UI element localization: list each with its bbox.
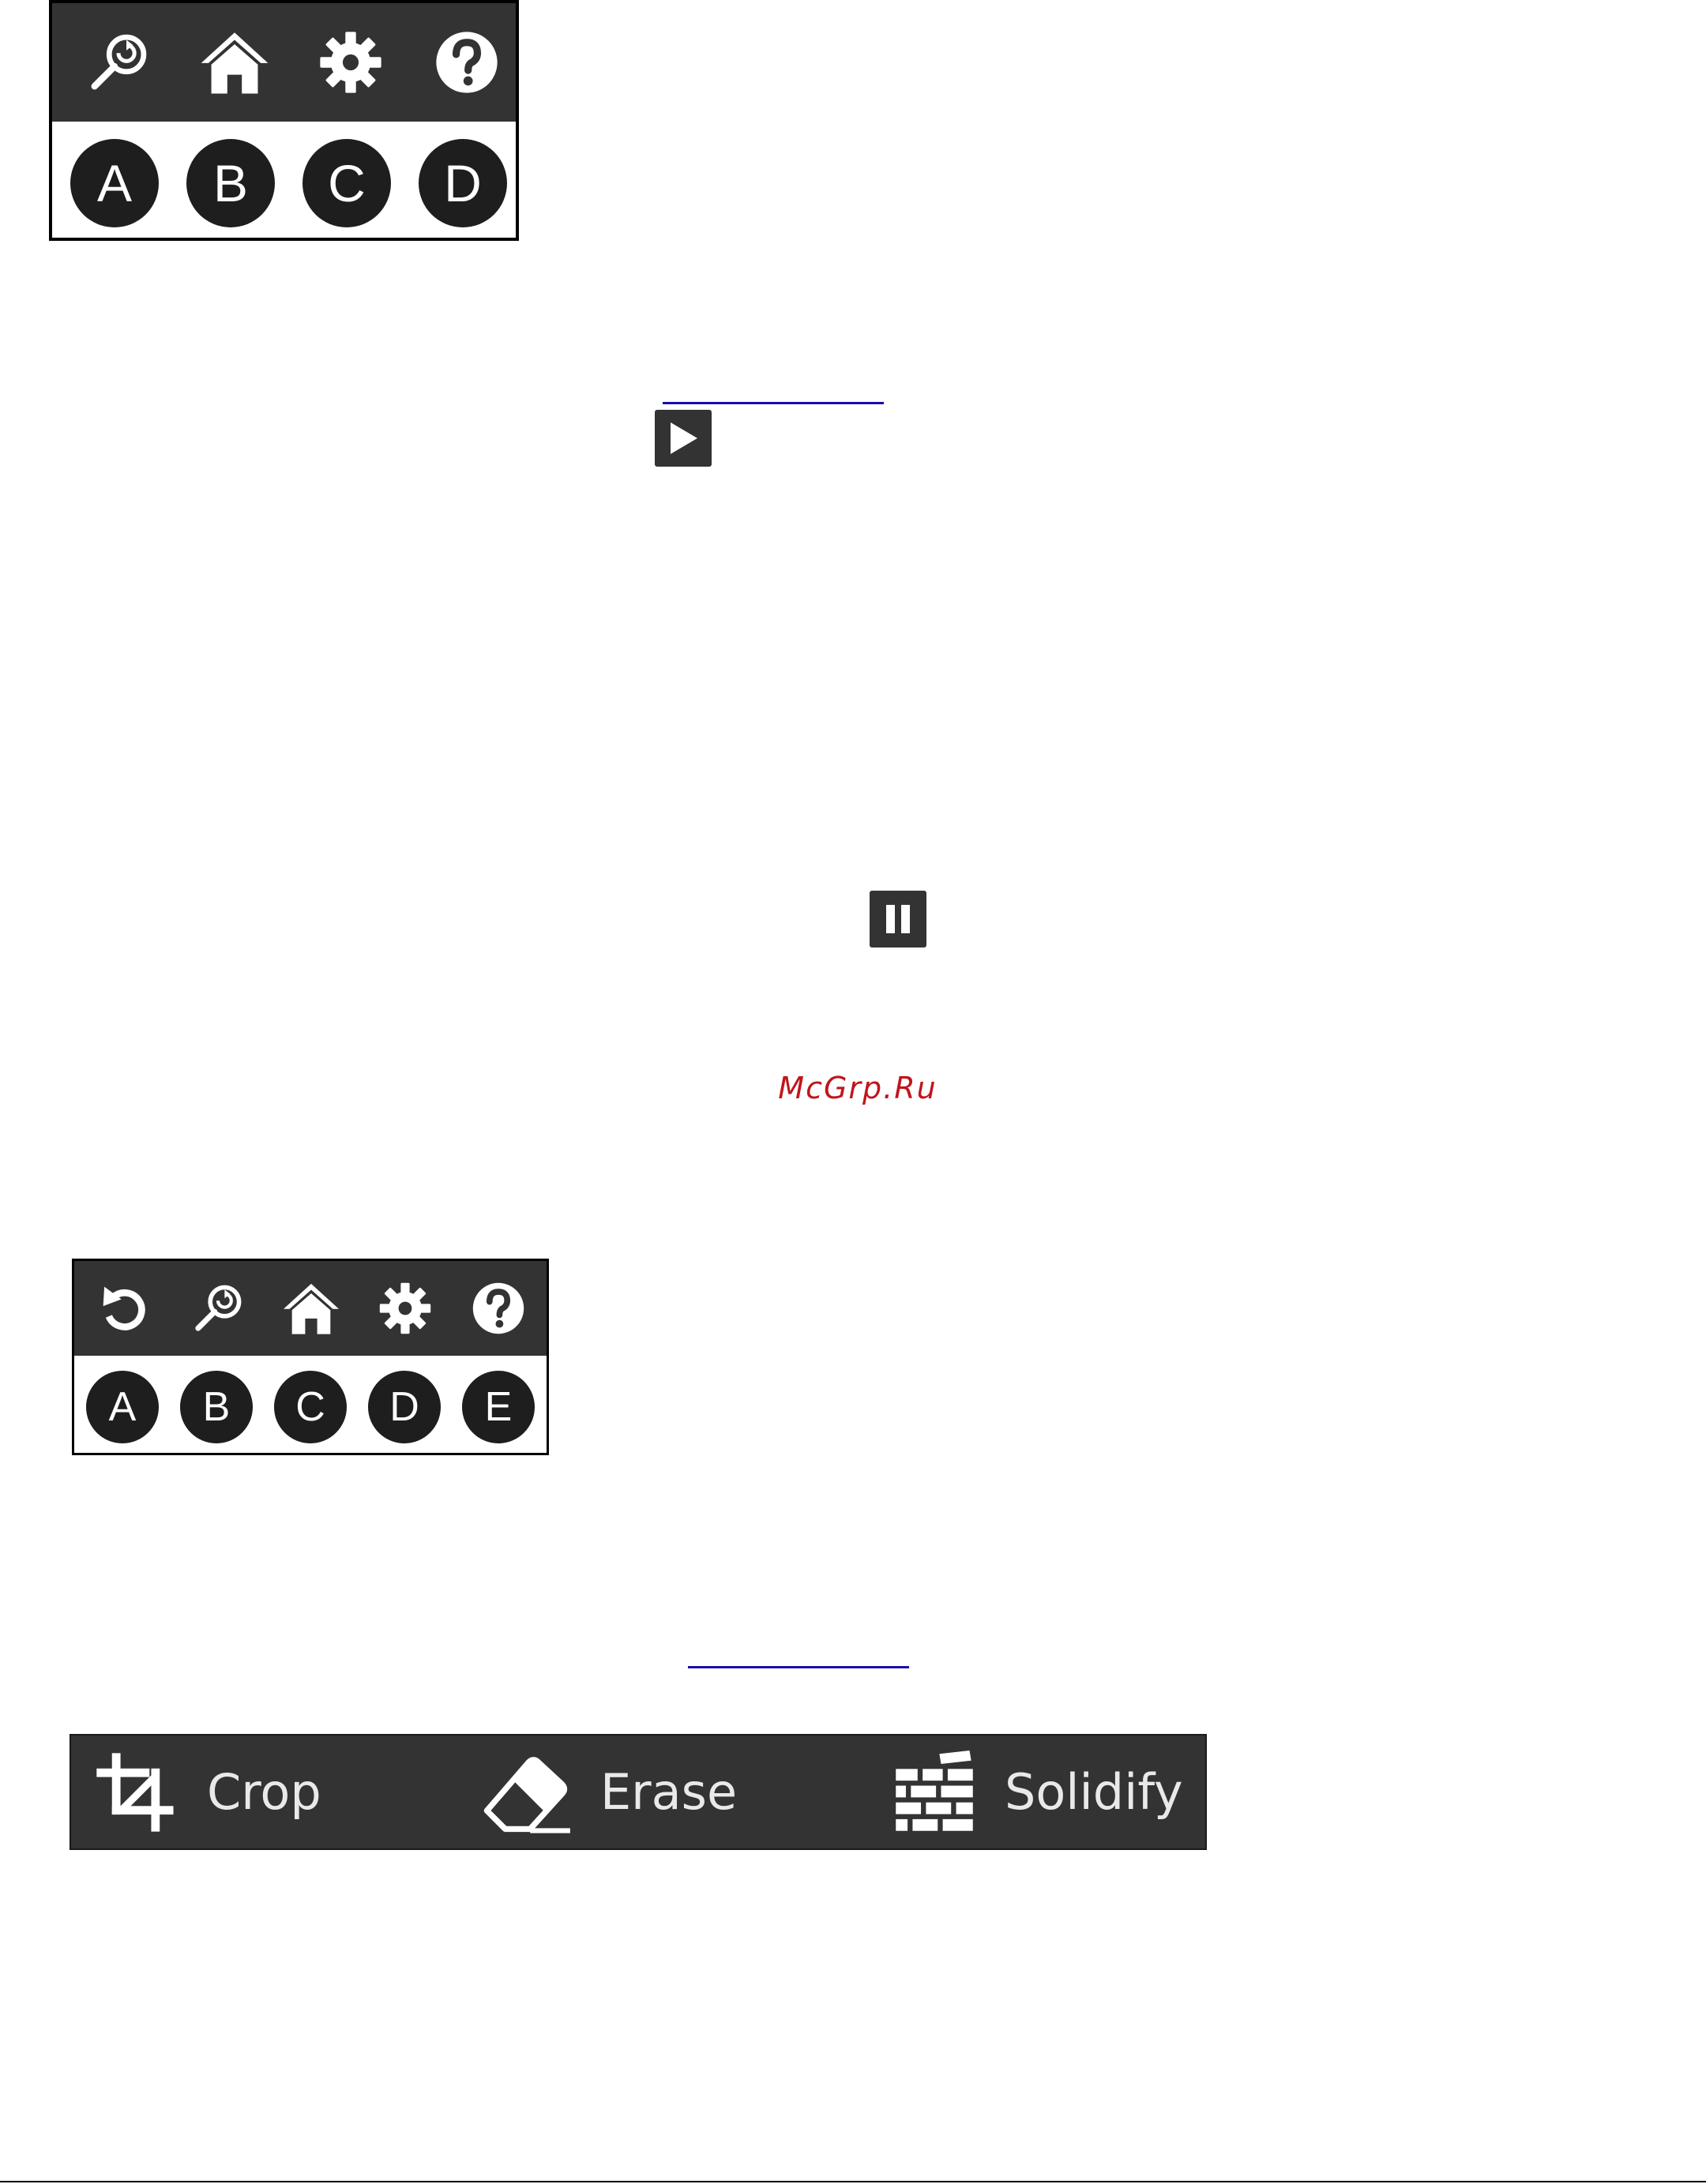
tool-icon-row xyxy=(52,3,516,122)
button-d: D xyxy=(368,1371,441,1443)
page-divider xyxy=(0,2181,1706,2182)
button-a: A xyxy=(86,1371,159,1443)
edit-toolbar: Crop Erase Solidify xyxy=(70,1734,1207,1850)
home-icon[interactable] xyxy=(191,19,278,106)
erase-tool[interactable]: Erase xyxy=(480,1736,737,1848)
link-underline[interactable] xyxy=(663,402,884,404)
zoom-reset-icon[interactable] xyxy=(183,1274,253,1343)
help-icon[interactable] xyxy=(423,19,510,106)
pause-icon xyxy=(886,905,910,933)
tool-icon-row xyxy=(74,1261,547,1356)
bricks-icon xyxy=(896,1750,973,1831)
eraser-icon xyxy=(483,1756,570,1833)
watermark: McGrp.Ru xyxy=(778,1071,938,1105)
button-c: C xyxy=(274,1371,347,1443)
button-e: E xyxy=(462,1371,535,1443)
button-b: B xyxy=(180,1371,253,1443)
gear-icon[interactable] xyxy=(307,19,394,106)
solidify-tool[interactable]: Solidify xyxy=(892,1736,1183,1848)
crop-tool[interactable]: Crop xyxy=(93,1736,321,1848)
undo-icon[interactable] xyxy=(90,1274,160,1343)
crop-icon xyxy=(96,1752,174,1832)
help-icon[interactable] xyxy=(464,1274,533,1343)
solidify-label: Solidify xyxy=(1005,1763,1183,1821)
erase-label: Erase xyxy=(600,1763,738,1821)
play-button xyxy=(655,410,712,467)
gear-icon[interactable] xyxy=(370,1274,440,1343)
button-c: C xyxy=(302,139,391,227)
button-legend-panel-bottom: A B C D E xyxy=(72,1259,549,1455)
button-a: A xyxy=(70,139,159,227)
button-legend-panel-top: A B C D xyxy=(49,0,519,241)
play-icon xyxy=(671,422,697,454)
crop-label: Crop xyxy=(207,1763,321,1821)
zoom-reset-icon[interactable] xyxy=(75,19,162,106)
button-d: D xyxy=(419,139,507,227)
link-underline[interactable] xyxy=(688,1666,909,1668)
pause-button xyxy=(870,891,926,948)
home-icon[interactable] xyxy=(276,1274,346,1343)
button-b: B xyxy=(186,139,275,227)
